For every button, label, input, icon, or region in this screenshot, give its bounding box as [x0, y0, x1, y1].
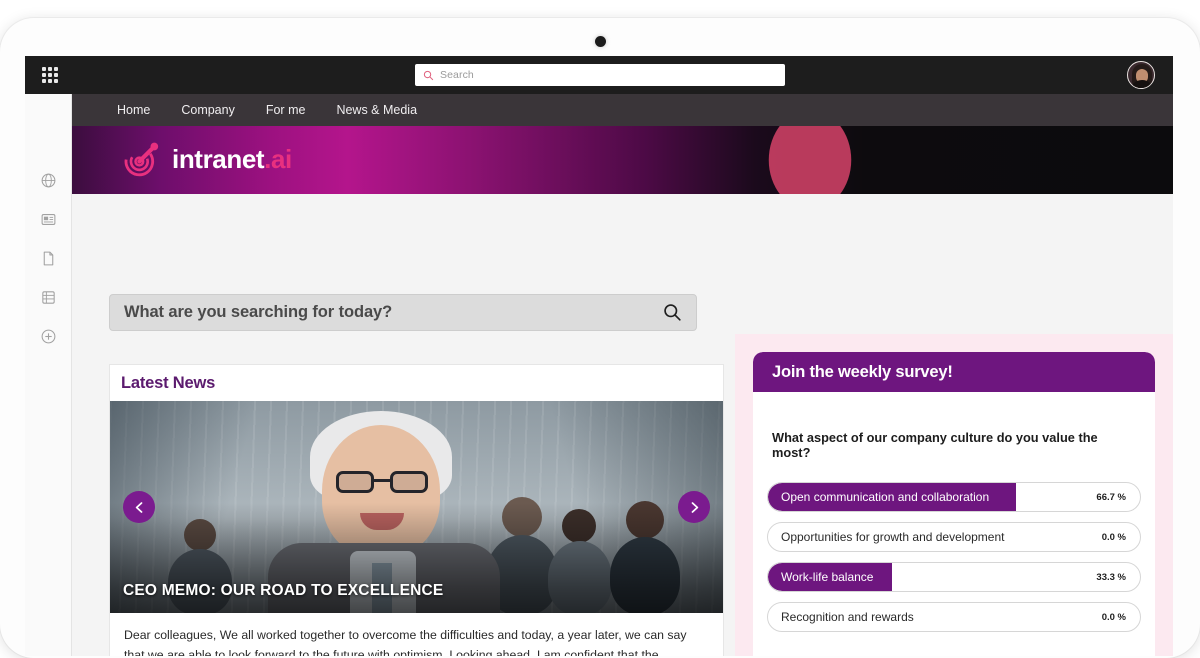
site-navigation: Home Company For me News & Media: [72, 94, 1173, 126]
news-hero-image[interactable]: CEO MEMO: OUR ROAD TO EXCELLENCE: [110, 401, 723, 613]
brand-wordmark: intranet.ai: [172, 146, 292, 172]
search-placeholder: Search: [440, 69, 474, 81]
carousel-next-button[interactable]: [678, 491, 710, 523]
survey-option-percent: 0.0 %: [1101, 531, 1126, 543]
search-icon[interactable]: [663, 303, 682, 322]
app-launcher-grid-icon[interactable]: [42, 67, 58, 83]
latest-news-card: Latest News CEO MEMO: OUR ROAD TO EXCELL…: [109, 364, 724, 656]
survey-option[interactable]: Opportunities for growth and development…: [767, 522, 1141, 552]
survey-option[interactable]: Open communication and collaboration 66.…: [767, 482, 1141, 512]
banner-decorative-shape: [768, 126, 852, 194]
survey-option-label: Opportunities for growth and development: [781, 530, 1005, 544]
survey-option[interactable]: Work-life balance 33.3 %: [767, 562, 1141, 592]
chevron-right-icon: [691, 501, 698, 513]
hero-search-input[interactable]: What are you searching for today?: [109, 294, 697, 331]
document-icon[interactable]: [40, 250, 57, 267]
survey-option[interactable]: Recognition and rewards 0.0 %: [767, 602, 1141, 632]
survey-title: Join the weekly survey!: [772, 362, 953, 381]
nav-item-home[interactable]: Home: [117, 103, 150, 117]
survey-option-percent: 0.0 %: [1101, 611, 1126, 623]
globe-icon[interactable]: [40, 172, 57, 189]
survey-option-label: Recognition and rewards: [781, 610, 914, 624]
hero-search-placeholder: What are you searching for today?: [124, 303, 393, 321]
target-spiral-arrow-icon: [124, 142, 159, 177]
survey-option-label: Open communication and collaboration: [781, 490, 990, 504]
page-body: What are you searching for today? Latest…: [72, 194, 1173, 656]
survey-option-percent: 66.7 %: [1096, 491, 1126, 503]
brand-logo[interactable]: intranet.ai: [121, 139, 292, 179]
tablet-frame: Search Home Company For me News & Media: [0, 18, 1200, 658]
chevron-left-icon: [135, 501, 142, 513]
database-list-icon[interactable]: [40, 289, 57, 306]
brand-name: intranet: [172, 144, 265, 174]
latest-news-header: Latest News: [110, 365, 723, 401]
suite-top-bar: Search: [25, 56, 1173, 94]
survey-option-label: Work-life balance: [781, 570, 874, 584]
avatar[interactable]: [1127, 61, 1155, 89]
page-title: Latest News: [121, 373, 216, 392]
survey-card: Join the weekly survey! What aspect of o…: [753, 352, 1155, 656]
carousel-prev-button[interactable]: [123, 491, 155, 523]
nav-item-company[interactable]: Company: [181, 103, 235, 117]
weekly-survey-panel: Join the weekly survey! What aspect of o…: [735, 334, 1173, 656]
left-rail: [25, 94, 72, 656]
news-excerpt: Dear colleagues, We all worked together …: [124, 628, 687, 656]
nav-item-for-me[interactable]: For me: [266, 103, 306, 117]
brand-banner: intranet.ai: [72, 126, 1173, 194]
nav-item-news-media[interactable]: News & Media: [336, 103, 417, 117]
survey-option-percent: 33.3 %: [1096, 571, 1126, 583]
news-feed-icon[interactable]: [40, 211, 57, 228]
add-plus-icon[interactable]: [40, 328, 57, 345]
search-input[interactable]: Search: [415, 64, 785, 86]
survey-options-list: Open communication and collaboration 66.…: [767, 482, 1141, 632]
camera-dot-icon: [595, 36, 606, 47]
brand-suffix: .ai: [264, 144, 292, 174]
survey-question: What aspect of our company culture do yo…: [772, 430, 1098, 460]
tablet-screen: Search Home Company For me News & Media: [25, 56, 1173, 656]
survey-header: Join the weekly survey!: [753, 352, 1155, 392]
news-headline: CEO MEMO: OUR ROAD TO EXCELLENCE: [123, 582, 444, 599]
search-icon: [423, 70, 434, 80]
